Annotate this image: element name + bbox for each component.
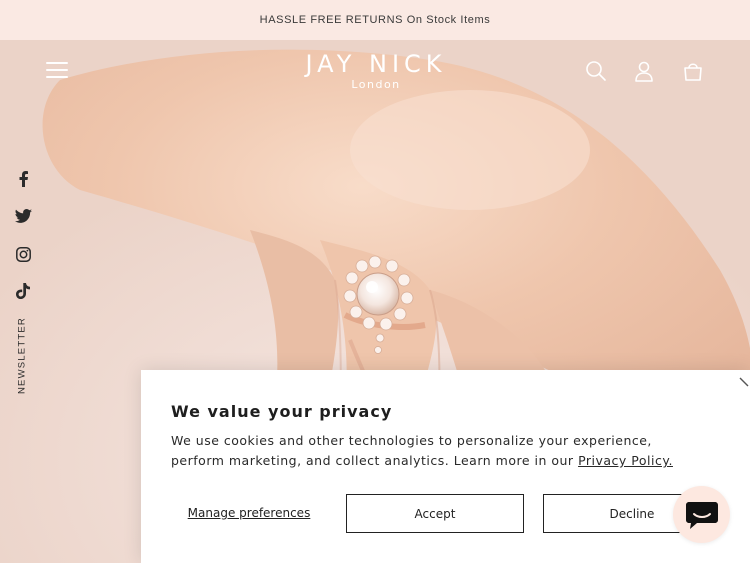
consent-title: We value your privacy	[171, 402, 393, 421]
privacy-consent-banner: We value your privacy We use cookies and…	[141, 370, 750, 563]
account-icon[interactable]	[633, 60, 655, 82]
manage-preferences-button[interactable]: Manage preferences	[171, 494, 327, 532]
announcement-text: HASSLE FREE RETURNS On Stock Items	[259, 14, 491, 26]
cart-icon[interactable]	[682, 60, 704, 82]
chat-button[interactable]	[673, 486, 730, 543]
announcement-bar: HASSLE FREE RETURNS On Stock Items	[0, 0, 750, 40]
accept-button[interactable]: Accept	[346, 494, 524, 533]
logo-main: JAY NICK	[305, 50, 447, 78]
tiktok-icon[interactable]	[13, 281, 33, 301]
menu-icon[interactable]	[46, 62, 68, 80]
consent-message: We use cookies and other technologies to…	[171, 431, 691, 471]
site-header: JAY NICK London	[0, 40, 750, 102]
facebook-icon[interactable]	[13, 169, 33, 189]
twitter-icon[interactable]	[13, 206, 33, 226]
instagram-icon[interactable]	[13, 244, 33, 264]
chat-icon	[685, 501, 718, 529]
site-logo[interactable]: JAY NICK London	[290, 50, 462, 92]
search-icon[interactable]	[585, 60, 607, 82]
close-icon[interactable]	[724, 370, 750, 396]
logo-sub: London	[351, 78, 401, 91]
privacy-policy-link[interactable]: Privacy Policy.	[578, 453, 673, 468]
newsletter-tab[interactable]: NEWSLETTER	[11, 318, 33, 395]
